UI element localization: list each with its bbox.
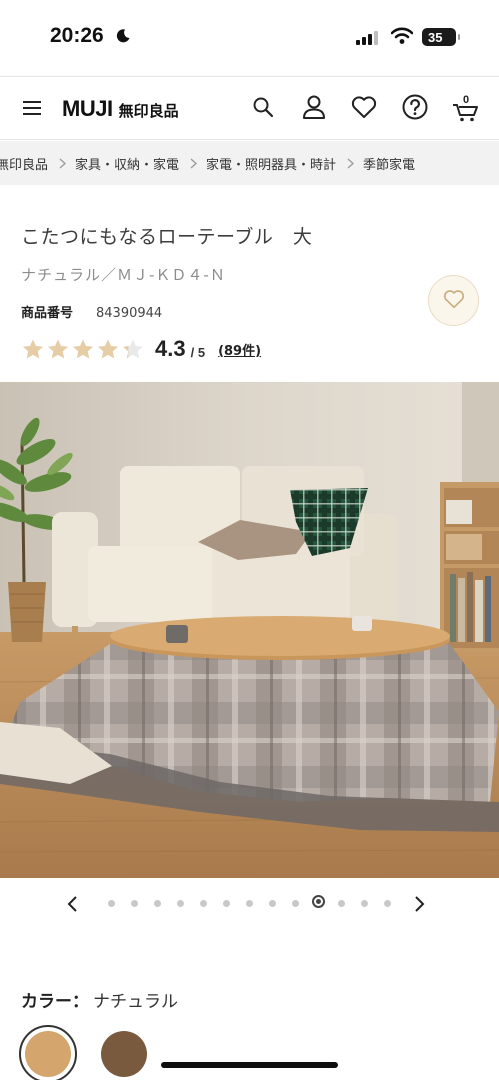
status-time: 20:26 [50, 24, 104, 47]
product-title: こたつにもなるローテーブル 大 [21, 226, 313, 248]
color-selector-label: カラー： ナチュラル [21, 987, 178, 1012]
product-image[interactable] [0, 382, 499, 878]
rating-max: / 5 [190, 344, 206, 360]
moon-icon [115, 28, 131, 48]
carousel-dot[interactable] [338, 899, 345, 907]
review-count-link[interactable]: (89件) [218, 340, 261, 359]
search-icon[interactable] [252, 96, 274, 122]
carousel-dot[interactable] [361, 899, 368, 907]
rating-row: 4.3 / 5 (89件) [21, 336, 261, 362]
color-label: カラー： [21, 992, 89, 1012]
carousel-dots [108, 895, 407, 908]
carousel-dot[interactable] [177, 899, 184, 907]
chevron-right-icon [59, 158, 66, 169]
chevron-right-icon[interactable] [414, 895, 426, 917]
carousel-dot[interactable] [269, 899, 276, 907]
swatch-fill [25, 1031, 71, 1077]
breadcrumb-item[interactable]: 季節家電 [363, 154, 415, 173]
carousel-dot[interactable] [292, 899, 299, 907]
cart-icon[interactable]: 0 [452, 93, 480, 127]
color-value: ナチュラル [93, 992, 178, 1012]
color-swatch-natural[interactable] [19, 1025, 77, 1080]
breadcrumb-item[interactable]: 家具・収納・家電 [75, 154, 179, 173]
product-code-row: 商品番号 84390944 [21, 302, 162, 321]
muji-logo[interactable]: MUJI 無印良品 [62, 96, 179, 122]
carousel-dot[interactable] [131, 899, 138, 907]
carousel-dot[interactable] [223, 899, 230, 907]
add-favorite-button[interactable] [428, 275, 479, 326]
carousel-dot[interactable] [154, 899, 161, 907]
site-header: MUJI 無印良品 0 [0, 76, 499, 140]
rating-stars [21, 338, 146, 360]
rating-value: 4.3 [155, 336, 186, 361]
signal-icon [356, 30, 380, 49]
chevron-right-icon [347, 158, 355, 169]
image-carousel-nav [0, 888, 499, 922]
cart-count: 0 [463, 94, 469, 106]
heart-icon [443, 289, 465, 313]
product-variant: ナチュラル／ＭＪ-ＫＤ４-Ｎ [21, 266, 226, 284]
carousel-dot[interactable] [384, 899, 391, 907]
favorites-icon[interactable] [351, 95, 377, 123]
breadcrumb: 無印良品 家具・収納・家電 家電・照明器具・時計 季節家電 [0, 141, 499, 185]
carousel-dot[interactable] [108, 899, 115, 907]
product-code-value: 84390944 [96, 306, 163, 321]
status-bar: 20:26 35 [0, 0, 499, 76]
breadcrumb-item[interactable]: 無印良品 [0, 154, 48, 173]
color-swatch-brown[interactable] [101, 1031, 147, 1077]
star-icon [98, 339, 118, 359]
help-icon[interactable] [402, 94, 428, 124]
star-icon [23, 339, 43, 359]
carousel-dot-active[interactable] [312, 895, 325, 908]
carousel-dot[interactable] [200, 899, 207, 907]
battery-icon: 35 [422, 28, 460, 46]
logo-text-en: MUJI [62, 96, 113, 121]
star-icon [48, 339, 68, 359]
wifi-icon [390, 27, 414, 49]
breadcrumb-item[interactable]: 家電・照明器具・時計 [206, 154, 336, 173]
logo-text-jp: 無印良品 [118, 102, 179, 120]
carousel-dot[interactable] [246, 899, 253, 907]
home-indicator [161, 1062, 338, 1068]
star-icon [123, 339, 143, 359]
product-code-label: 商品番号 [21, 306, 74, 321]
chevron-right-icon [190, 158, 198, 169]
chevron-left-icon[interactable] [66, 895, 78, 917]
account-icon[interactable] [302, 94, 326, 124]
star-icon [73, 339, 93, 359]
menu-icon[interactable] [22, 99, 42, 121]
